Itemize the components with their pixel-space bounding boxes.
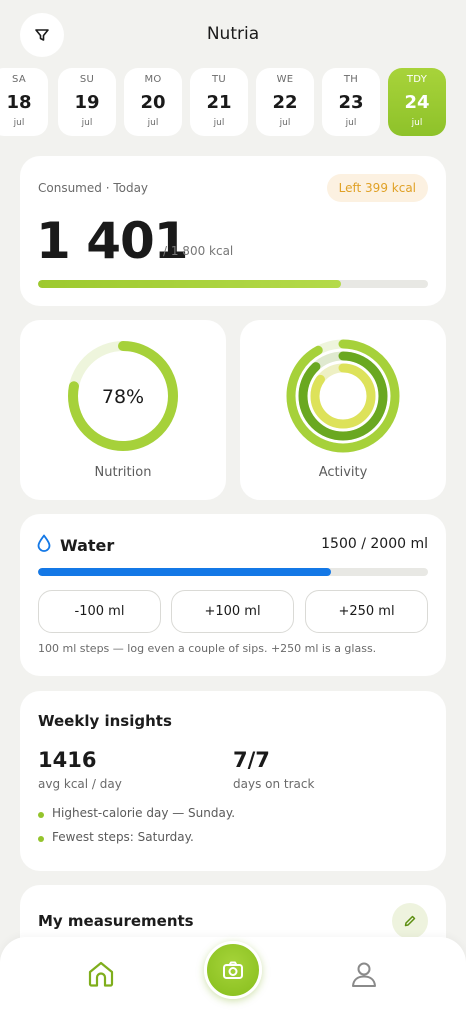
consumed-label: Consumed · Today <box>38 181 149 195</box>
day-number: 24 <box>404 92 430 113</box>
activity-label: Activity <box>318 465 368 480</box>
camera-button[interactable] <box>204 941 262 999</box>
day-weekday: SA <box>12 74 26 85</box>
insight-text: Fewest steps: Saturday. <box>52 830 194 844</box>
consumed-goal: / 1 800 kcal <box>163 244 234 258</box>
day-weekday: WE <box>276 74 294 85</box>
day-chip[interactable]: TH 23 jul <box>322 68 380 136</box>
day-chip[interactable]: WE 22 jul <box>256 68 314 136</box>
water-minus-100-button[interactable]: -100 ml <box>38 590 161 633</box>
calorie-progress-fill <box>38 280 342 288</box>
edit-measurements-button[interactable] <box>392 903 428 939</box>
insight-item: Highest-calorie day — Sunday. <box>38 806 235 820</box>
water-progress-bar <box>38 568 428 576</box>
activity-rings <box>286 339 400 453</box>
day-chip[interactable]: SU 19 jul <box>58 68 116 136</box>
insight-item: Fewest steps: Saturday. <box>38 830 194 844</box>
day-number: 23 <box>338 92 364 113</box>
day-month: jul <box>279 118 291 128</box>
water-drop-icon <box>37 534 51 552</box>
nutrition-card[interactable]: 78% Nutrition <box>20 320 226 500</box>
day-weekday: TH <box>343 74 359 85</box>
water-plus-250-button[interactable]: +250 ml <box>305 590 428 633</box>
camera-icon <box>223 961 243 979</box>
day-number: 21 <box>206 92 232 113</box>
profile-icon[interactable] <box>349 959 379 989</box>
header: Nutria <box>0 0 466 68</box>
day-chip[interactable]: SA 18 jul <box>0 68 48 136</box>
day-weekday: TDY <box>406 74 428 85</box>
weekly-insights-card: Weekly insights 1416 avg kcal / day 7/7 … <box>20 691 446 871</box>
day-chip-today[interactable]: TDY 24 jul <box>388 68 446 136</box>
days-on-track-label: days on track <box>233 777 315 791</box>
app-title: Nutria <box>206 24 260 44</box>
water-progress-fill <box>38 568 331 576</box>
day-month: jul <box>81 118 93 128</box>
day-month: jul <box>411 118 423 128</box>
nutrition-label: Nutrition <box>94 465 152 480</box>
day-number: 19 <box>74 92 100 113</box>
consumed-card: Consumed · Today Left 399 kcal 1 401 / 1… <box>20 156 446 306</box>
nutrition-percent: 78% <box>101 386 145 408</box>
day-month: jul <box>213 118 225 128</box>
water-card: Water 1500 / 2000 ml -100 ml +100 ml +25… <box>20 514 446 676</box>
day-number: 22 <box>272 92 298 113</box>
calorie-progress-bar <box>38 280 428 288</box>
pencil-icon <box>404 915 416 927</box>
measurements-title: My measurements <box>38 912 194 930</box>
days-on-track-value: 7/7 <box>233 748 270 772</box>
day-month: jul <box>13 118 25 128</box>
kcal-left-badge: Left 399 kcal <box>326 174 428 202</box>
water-amount: 1500 / 2000 ml <box>321 536 428 552</box>
day-weekday: SU <box>79 74 95 85</box>
day-number: 18 <box>6 92 32 113</box>
day-chip[interactable]: MO 20 jul <box>124 68 182 136</box>
day-weekday: TU <box>211 74 227 85</box>
insights-title: Weekly insights <box>38 712 172 730</box>
day-chip[interactable]: TU 21 jul <box>190 68 248 136</box>
activity-card[interactable]: Activity <box>240 320 446 500</box>
consumed-value: 1 401 <box>36 212 189 270</box>
home-icon[interactable] <box>86 959 116 989</box>
bullet-dot <box>38 836 44 842</box>
bullet-dot <box>38 812 44 818</box>
day-number: 20 <box>140 92 166 113</box>
water-hint: 100 ml steps — log even a couple of sips… <box>38 642 377 655</box>
water-title: Water <box>60 536 115 555</box>
day-weekday: MO <box>144 74 162 85</box>
water-plus-100-button[interactable]: +100 ml <box>171 590 294 633</box>
avg-kcal-label: avg kcal / day <box>38 777 122 791</box>
day-month: jul <box>345 118 357 128</box>
avg-kcal-value: 1416 <box>38 748 97 772</box>
insight-text: Highest-calorie day — Sunday. <box>52 806 236 820</box>
day-month: jul <box>147 118 159 128</box>
